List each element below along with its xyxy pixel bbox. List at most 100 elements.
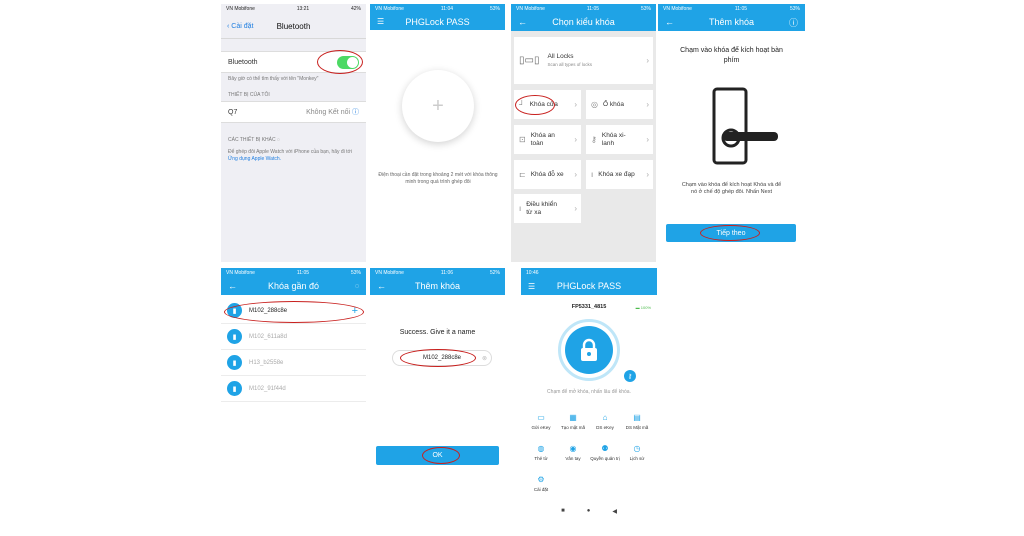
clock-icon: ◷ [633, 444, 641, 453]
action-label: Tạo mật mã [560, 425, 585, 430]
app-title: PHGLock PASS [556, 281, 622, 291]
back-label: Cài đặt [231, 23, 254, 30]
action-card[interactable]: ◍ Thẻ từ [525, 437, 557, 468]
back-arrow-icon[interactable]: ← [377, 281, 386, 291]
carrier: VN Mobifone [226, 6, 255, 12]
tile-label: Ổ khóa [602, 100, 624, 108]
device-name: Q7 [228, 108, 238, 116]
menu-icon[interactable]: ☰ [377, 17, 384, 26]
app-header: ☰ PHGLock PASS [521, 279, 657, 295]
app-header: ← Thêm khóa ⓘ [658, 15, 805, 31]
carrier: VN Mobifone [226, 270, 255, 276]
lock-type-screen: VN Mobifone 11:05 53% ← Chọn kiểu khóa ▯▭▯ … [511, 4, 656, 262]
highlight-ring [515, 95, 555, 115]
action-label: Thẻ từ [534, 456, 548, 461]
action-send-ekey[interactable]: ▭ Gửi eKey [525, 406, 557, 437]
battery: 53% [640, 6, 651, 12]
tile-padlock[interactable]: ◎ Ổ khóa › [586, 90, 653, 119]
bike-lock-icon: ı [591, 169, 594, 179]
action-label: DS eKey [596, 425, 614, 430]
tile-cylinder-lock[interactable]: ⚷ Khóa xi-lanh › [586, 125, 653, 154]
app-header: ← Thêm khóa [370, 279, 505, 295]
action-settings[interactable]: ⚙ Cài đặt [525, 468, 557, 499]
watch-note: Để ghép đôi Apple Watch với iPhone của b… [221, 146, 366, 166]
device-row-q7[interactable]: Q7 Không Kết nối ⓘ [221, 101, 366, 123]
plus-icon: + [432, 94, 444, 117]
carrier: VN Mobifone [375, 6, 404, 12]
other-devices-label: CÁC THIẾT BỊ KHÁC [228, 137, 276, 143]
parking-icon: ⊏ [519, 169, 526, 179]
action-label: Lịch sử [629, 456, 645, 461]
device-row[interactable]: ▮ H13_b2558e [221, 350, 366, 376]
back-arrow-icon[interactable]: ← [228, 281, 237, 291]
all-locks-tile[interactable]: ▯▭▯ All Locks Scan all types of locks › [514, 37, 653, 84]
back-icon[interactable]: ◀ [612, 508, 617, 515]
key-icon: ⚷ [591, 134, 597, 144]
apple-watch-link[interactable]: Ứng dụng Apple Watch. [228, 156, 281, 162]
unlock-button[interactable] [558, 319, 620, 381]
action-fingerprint[interactable]: ◉ Vân tay [557, 437, 589, 468]
action-create-passcode[interactable]: ▦ Tạo mật mã [557, 406, 589, 437]
ekey-icon: ▭ [537, 413, 545, 422]
discover-note: Bây giờ có thể tìm thấy với tên "Monkey" [228, 76, 319, 82]
back-arrow-icon[interactable]: ← [518, 17, 527, 27]
refresh-icon[interactable]: ◌ [355, 283, 359, 290]
device-row[interactable]: ▮ M102_611a8d [221, 324, 366, 350]
tile-remote[interactable]: ı Điều khiển từ xa › [514, 194, 581, 223]
highlight-ring [422, 447, 460, 464]
page-title: Thêm khóa [414, 281, 461, 291]
tile-safe-lock[interactable]: ⊡ Khóa an toàn › [514, 125, 581, 154]
battery: 53% [350, 270, 361, 276]
menu-icon[interactable]: ☰ [528, 282, 535, 291]
lock-home-screen: 10:46 ☰ PHGLock PASS FP5331_4815 ▬ 100% ⚷… [521, 268, 657, 526]
card-icon: ◍ [537, 444, 545, 453]
action-passcode-list[interactable]: ▤ DS Mật mã [621, 406, 653, 437]
info-icon[interactable]: ⓘ [352, 109, 359, 116]
chevron-right-icon: › [574, 134, 577, 144]
device-name: M102_611a8d [249, 333, 287, 340]
key-badge-icon[interactable]: ⚷ [624, 370, 636, 382]
gear-icon: ⚙ [537, 475, 545, 484]
action-grid: ▭ Gửi eKey ▦ Tạo mật mã ⌂ DS eKey ▤ DS Mật m… [525, 406, 653, 499]
lock-icon: ▮ [227, 381, 242, 396]
chevron-right-icon: › [646, 169, 649, 179]
back-arrow-icon[interactable]: ← [665, 17, 674, 27]
bluetooth-screen: VN Mobifone 13:21 42% ‹ Cài đặt Bluetooth … [221, 4, 366, 262]
tile-bike-lock[interactable]: ı Khóa xe đạp › [586, 160, 653, 189]
lock-icon: ▮ [227, 329, 242, 344]
fingerprint-icon: ◉ [569, 444, 577, 453]
home-icon[interactable]: ● [587, 508, 591, 515]
lock-devices-icon: ▯▭▯ [519, 54, 540, 66]
clear-icon[interactable]: ⊗ [482, 355, 487, 362]
device-name: M102_91f44d [249, 385, 286, 392]
action-admin-rights[interactable]: ⚉ Quyền quản trị [589, 437, 621, 468]
status-bar: VN Mobifone 13:21 42% [221, 4, 366, 15]
page-title: Khóa gần đó [267, 281, 320, 291]
add-lock-button[interactable]: + [402, 70, 474, 142]
battery: 53% [789, 6, 800, 12]
back-button[interactable]: ‹ Cài đặt [227, 23, 253, 30]
carrier: VN Mobifone [663, 6, 692, 12]
time: 11:06 [440, 270, 454, 276]
action-history[interactable]: ◷ Lịch sử [621, 437, 653, 468]
other-devices-header: CÁC THIẾT BỊ KHÁC ◌ [221, 123, 366, 146]
battery-icon: ▬ [635, 305, 640, 310]
status-bar: 10:46 [521, 268, 657, 279]
device-row[interactable]: ▮ M102_91f44d [221, 376, 366, 402]
heading: Chạm vào khóa để kích hoạt bàn phím [680, 47, 783, 64]
carrier: VN Mobifone [375, 270, 404, 276]
page-title: Bluetooth [276, 22, 311, 31]
spinner-icon: ◌ [277, 137, 280, 143]
safe-icon: ⊡ [519, 134, 526, 144]
action-ekey-list[interactable]: ⌂ DS eKey [589, 406, 621, 437]
add-lock-screen: VN Mobifone 11:05 53% ← Thêm khóa ⓘ Chạm vào… [658, 4, 805, 262]
help-icon[interactable]: ⓘ [789, 16, 798, 29]
unlock-hint: Chạm để mở khóa, nhấn lâu để khóa. [547, 389, 631, 395]
chevron-right-icon: › [646, 134, 649, 144]
chevron-right-icon: › [646, 99, 649, 109]
tile-parking-lock[interactable]: ⊏ Khóa đỗ xe › [514, 160, 581, 189]
chevron-right-icon: › [574, 99, 577, 109]
tile-label: Khóa xe đạp [598, 170, 635, 178]
recent-apps-icon[interactable]: ■ [561, 508, 565, 515]
app-header: ← Khóa gần đó ◌ [221, 279, 366, 295]
